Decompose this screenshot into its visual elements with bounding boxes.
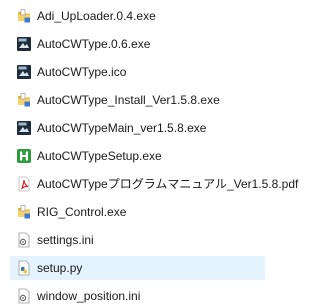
file-name: settings.ini	[37, 233, 94, 247]
ini-gear-icon	[18, 288, 30, 304]
file-row-autocwtype-install[interactable]: AutoCWType_Install_Ver1.5.8.exe	[10, 88, 265, 112]
file-row-autocwtypemain[interactable]: AutoCWTypeMain_ver1.5.8.exe	[10, 116, 265, 140]
pdf-icon	[18, 176, 30, 192]
folder-app-icon	[18, 93, 30, 107]
python-file-icon	[18, 260, 30, 276]
green-h-setup-icon	[17, 149, 31, 163]
file-name: AutoCWType.0.6.exe	[37, 37, 151, 51]
file-list: Adi_UpLoader.0.4.exe AutoCWType.0.6.exe …	[0, 0, 298, 308]
file-row-setup-py[interactable]: setup.py	[10, 256, 265, 280]
file-name: RIG_Control.exe	[37, 205, 127, 219]
folder-app-icon	[18, 205, 30, 219]
file-name: AutoCWType_Install_Ver1.5.8.exe	[37, 93, 220, 107]
folder-app-icon	[18, 9, 30, 23]
file-name: Adi_UpLoader.0.4.exe	[37, 9, 156, 23]
file-name: window_position.ini	[37, 289, 141, 303]
ini-gear-icon	[18, 232, 30, 248]
file-name: AutoCWTypeMain_ver1.5.8.exe	[37, 121, 207, 135]
file-row-rig-control[interactable]: RIG_Control.exe	[10, 200, 265, 224]
acw-app-icon	[17, 121, 31, 135]
file-row-autocwtype-ico[interactable]: AutoCWType.ico	[10, 60, 265, 84]
file-name: AutoCWType.ico	[37, 65, 127, 79]
file-row-autocwtypesetup[interactable]: AutoCWTypeSetup.exe	[10, 144, 265, 168]
acw-app-icon	[17, 37, 31, 51]
file-name: AutoCWTypeプログラムマニュアル_Ver1.5.8.pdf	[37, 177, 299, 191]
file-name: setup.py	[37, 261, 83, 275]
file-name: AutoCWTypeSetup.exe	[37, 149, 162, 163]
file-row-autocwtype-manual-pdf[interactable]: AutoCWTypeプログラムマニュアル_Ver1.5.8.pdf	[10, 172, 298, 196]
file-row-settings-ini[interactable]: settings.ini	[10, 228, 265, 252]
file-row-window-position-ini[interactable]: window_position.ini	[10, 284, 265, 308]
file-row-adi-uploader[interactable]: Adi_UpLoader.0.4.exe	[10, 4, 265, 28]
acw-app-icon	[17, 65, 31, 79]
file-row-autocwtype-06-exe[interactable]: AutoCWType.0.6.exe	[10, 32, 265, 56]
